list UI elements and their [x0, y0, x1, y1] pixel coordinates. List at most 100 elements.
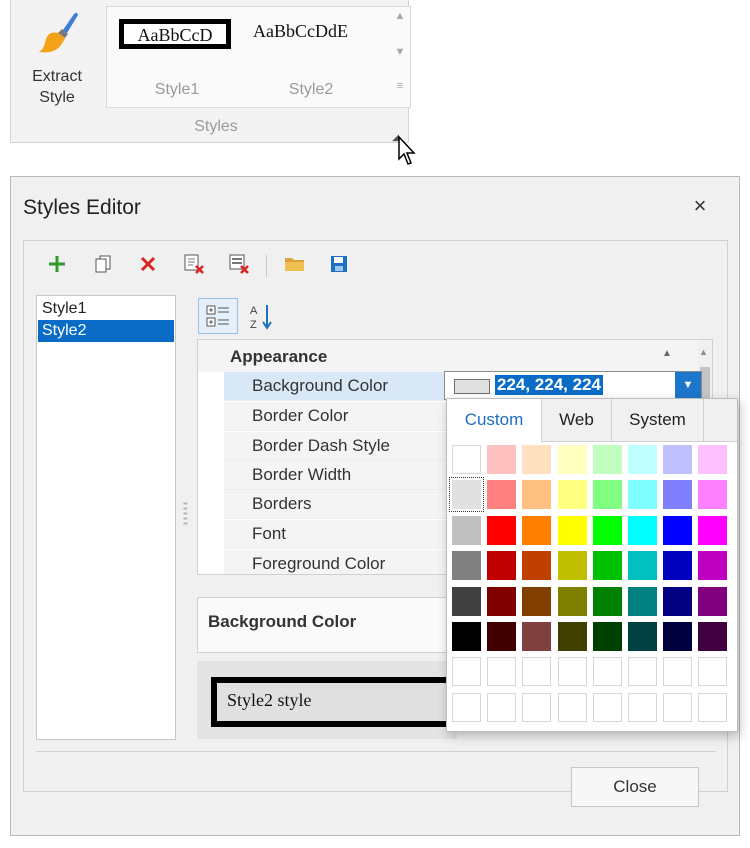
categorized-view-button[interactable]: [198, 298, 238, 334]
color-swatch-cell[interactable]: [593, 551, 622, 580]
style2-name: Style2: [288, 81, 334, 98]
tab-web[interactable]: Web: [542, 399, 612, 441]
color-swatch-cell[interactable]: [593, 516, 622, 545]
extract-style-button[interactable]: Extract Style: [23, 8, 91, 112]
color-swatch-cell[interactable]: [628, 622, 657, 651]
brush-icon: [39, 12, 78, 53]
custom-color-cell[interactable]: [628, 657, 657, 686]
color-swatch-cell[interactable]: [487, 445, 516, 474]
custom-color-cell[interactable]: [522, 693, 551, 722]
custom-color-cell[interactable]: [663, 693, 692, 722]
color-swatch-cell[interactable]: [452, 516, 481, 545]
tab-system[interactable]: System: [612, 399, 704, 441]
color-swatch-cell[interactable]: [452, 445, 481, 474]
gallery-expand-icon[interactable]: ≡: [391, 80, 409, 92]
color-swatch-cell[interactable]: [487, 622, 516, 651]
color-swatch-cell[interactable]: [628, 516, 657, 545]
color-swatch-cell[interactable]: [663, 516, 692, 545]
delete-style-button[interactable]: [135, 251, 161, 277]
color-swatch-cell[interactable]: [663, 622, 692, 651]
custom-color-cell[interactable]: [593, 657, 622, 686]
clear-styles-button[interactable]: [226, 251, 252, 277]
color-swatch-cell[interactable]: [628, 551, 657, 580]
color-swatch-cell[interactable]: [663, 551, 692, 580]
gallery-scroll-down-icon[interactable]: ▼: [391, 46, 409, 58]
color-swatch-cell[interactable]: [558, 480, 587, 509]
color-swatch-cell[interactable]: [452, 551, 481, 580]
color-swatch-cell[interactable]: [522, 587, 551, 616]
color-swatch-cell[interactable]: [698, 516, 727, 545]
color-swatch-cell[interactable]: [558, 587, 587, 616]
color-swatch-cell[interactable]: [663, 480, 692, 509]
color-swatch-cell[interactable]: [558, 445, 587, 474]
color-swatch-cell[interactable]: [522, 551, 551, 580]
color-swatch-cell[interactable]: [628, 445, 657, 474]
custom-color-cell[interactable]: [452, 693, 481, 722]
open-button[interactable]: [282, 251, 308, 277]
save-button[interactable]: [326, 251, 352, 277]
color-swatch-cell[interactable]: [593, 622, 622, 651]
color-swatch-cell[interactable]: [698, 551, 727, 580]
color-swatch-cell[interactable]: [663, 587, 692, 616]
save-icon: [331, 256, 347, 272]
clear-icon: [229, 254, 249, 274]
color-swatch-cell[interactable]: [558, 622, 587, 651]
custom-color-cell[interactable]: [663, 657, 692, 686]
custom-color-cell[interactable]: [487, 657, 516, 686]
color-swatch-cell[interactable]: [698, 587, 727, 616]
list-item-style1[interactable]: Style1: [38, 298, 174, 320]
dropdown-arrow-icon[interactable]: ▼: [675, 372, 701, 399]
color-swatch-cell[interactable]: [698, 622, 727, 651]
tab-custom[interactable]: Custom: [447, 399, 542, 442]
close-button[interactable]: Close: [571, 767, 699, 807]
color-swatch-cell[interactable]: [487, 516, 516, 545]
custom-color-cell[interactable]: [698, 693, 727, 722]
list-item-style2[interactable]: Style2: [38, 320, 174, 342]
add-style-button[interactable]: [44, 251, 70, 277]
scroll-up-icon[interactable]: ▲: [699, 347, 708, 357]
custom-color-cell[interactable]: [593, 693, 622, 722]
collapse-icon[interactable]: ▲: [662, 348, 672, 359]
color-swatch-cell[interactable]: [452, 622, 481, 651]
close-icon[interactable]: ×: [687, 193, 713, 219]
category-row-appearance[interactable]: Appearance ▲: [198, 340, 698, 372]
color-swatch-cell[interactable]: [449, 477, 484, 512]
gallery-scroll: ▲ ▼ ≡: [391, 6, 409, 106]
color-swatch-cell[interactable]: [663, 445, 692, 474]
color-swatch-cell[interactable]: [558, 551, 587, 580]
preview-text: Style2 style: [227, 690, 312, 710]
custom-color-cell[interactable]: [558, 657, 587, 686]
alphabetical-view-button[interactable]: A Z: [247, 301, 277, 333]
custom-color-cell[interactable]: [628, 693, 657, 722]
splitter-handle[interactable]: ▪▪ ▪▪ ▪▪ ▪▪ ▪▪: [183, 500, 188, 528]
color-swatch-cell[interactable]: [452, 587, 481, 616]
custom-color-cell[interactable]: [452, 657, 481, 686]
color-swatch-cell[interactable]: [522, 622, 551, 651]
copy-style-button[interactable]: [90, 251, 116, 277]
gallery-item-style2[interactable]: AaBbCcDdE Style2: [247, 7, 375, 107]
color-swatch-cell[interactable]: [628, 480, 657, 509]
background-color-editor[interactable]: 224, 224, 224 ▼: [444, 371, 702, 400]
color-swatch-cell[interactable]: [487, 551, 516, 580]
color-swatch-cell[interactable]: [698, 480, 727, 509]
color-swatch-cell[interactable]: [698, 445, 727, 474]
color-swatch-cell[interactable]: [487, 480, 516, 509]
gallery-item-style1[interactable]: AaBbCcD Style1: [113, 7, 241, 107]
color-swatch-cell[interactable]: [487, 587, 516, 616]
color-swatch-cell[interactable]: [522, 445, 551, 474]
color-swatch-cell[interactable]: [593, 480, 622, 509]
custom-color-cell[interactable]: [698, 657, 727, 686]
purge-styles-button[interactable]: [181, 251, 207, 277]
description-panel: Background Color: [197, 597, 457, 653]
color-swatch-cell[interactable]: [628, 587, 657, 616]
color-swatch-cell[interactable]: [558, 516, 587, 545]
custom-color-cell[interactable]: [522, 657, 551, 686]
custom-color-cell[interactable]: [487, 693, 516, 722]
color-swatch-cell[interactable]: [522, 516, 551, 545]
color-swatch-cell[interactable]: [593, 445, 622, 474]
color-swatch-cell[interactable]: [593, 587, 622, 616]
color-swatch-cell[interactable]: [522, 480, 551, 509]
color-value-text[interactable]: 224, 224, 224: [495, 375, 603, 395]
gallery-scroll-up-icon[interactable]: ▲: [391, 10, 409, 22]
custom-color-cell[interactable]: [558, 693, 587, 722]
